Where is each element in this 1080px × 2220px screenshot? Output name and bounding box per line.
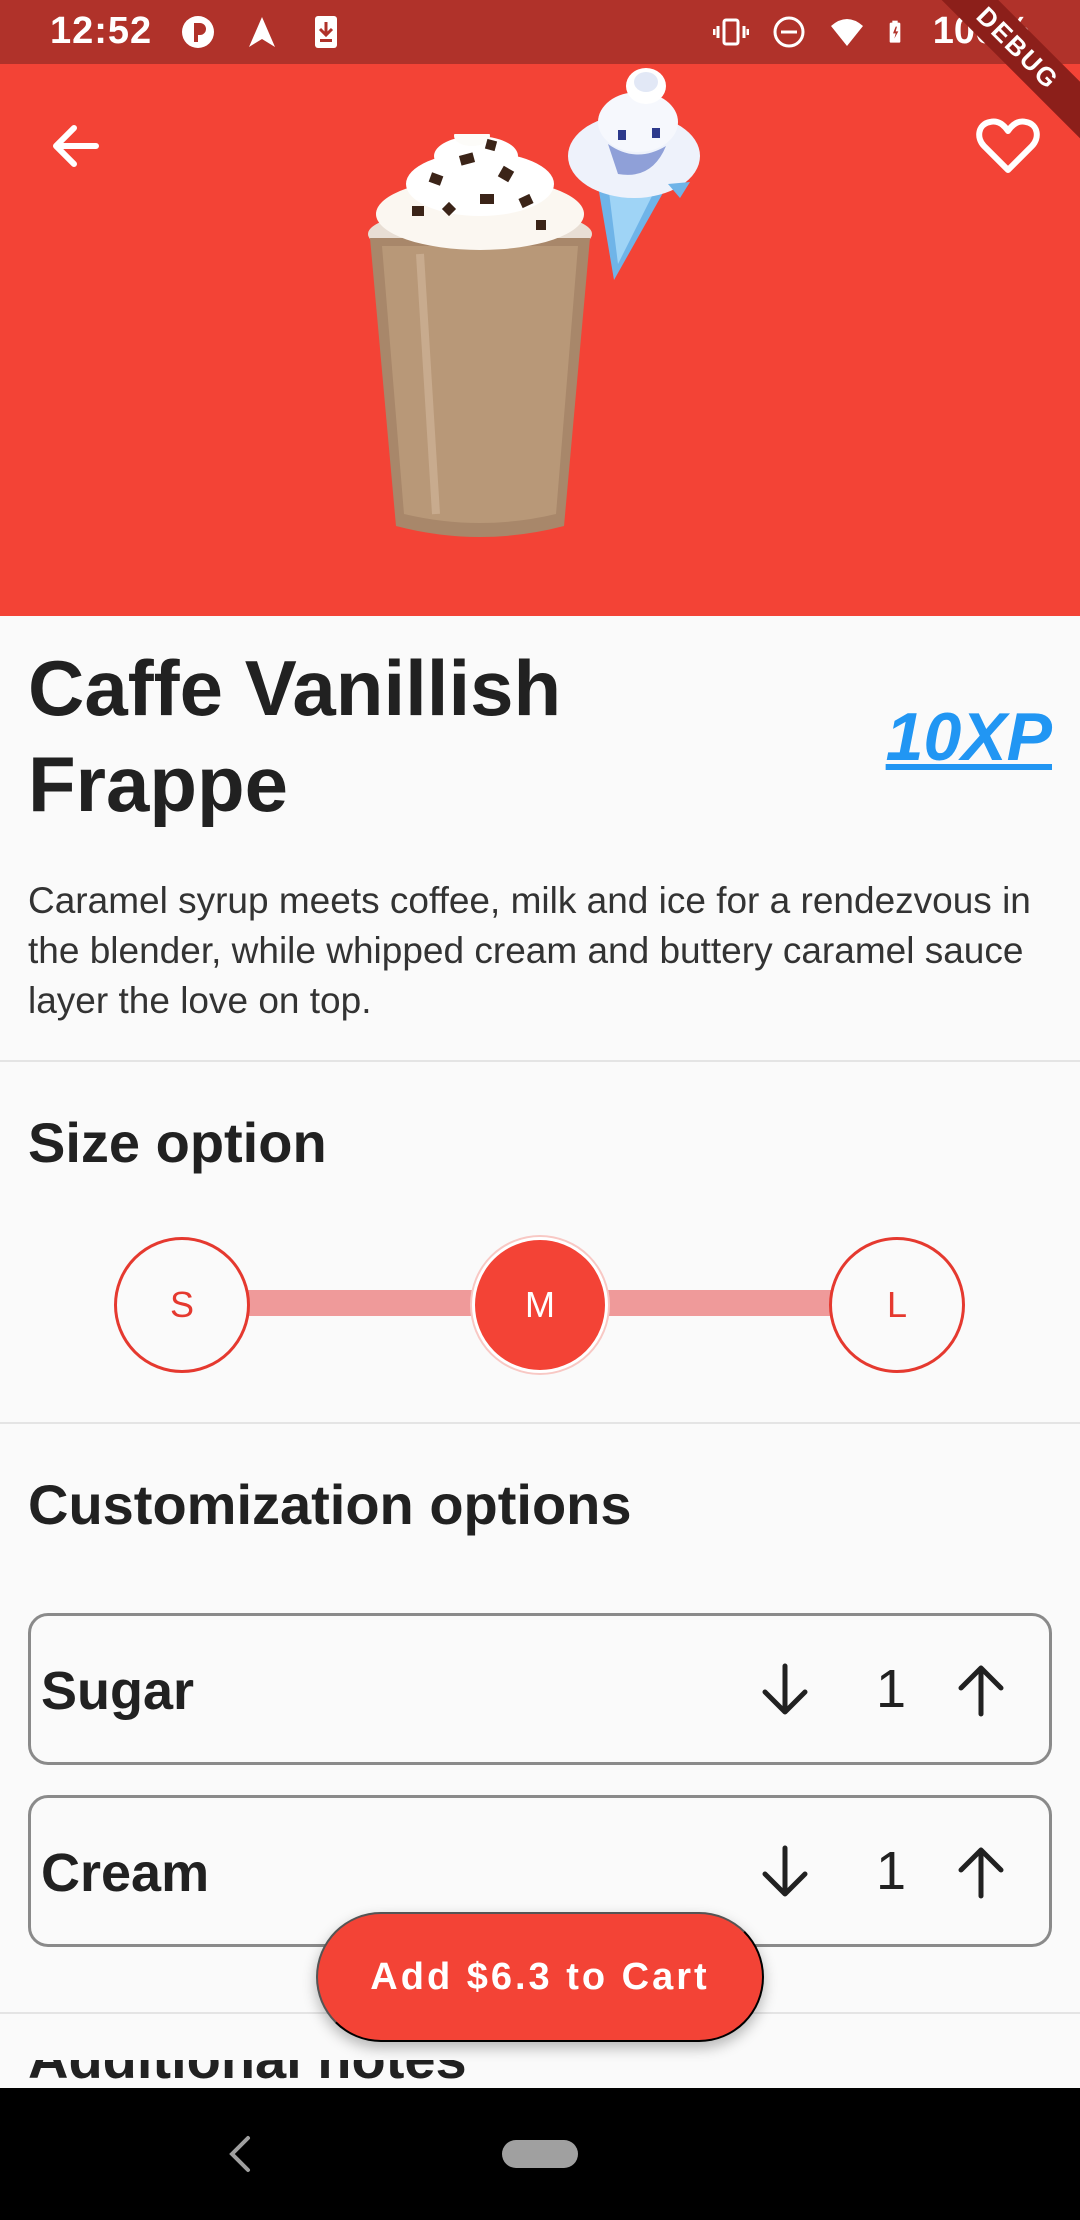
divider xyxy=(0,1060,1080,1062)
download-icon xyxy=(315,16,337,48)
size-track xyxy=(248,1290,472,1316)
quantity-value: 1 xyxy=(875,1659,907,1719)
wifi-icon xyxy=(830,18,863,46)
system-nav-bar xyxy=(0,2088,1080,2220)
quantity-value: 1 xyxy=(875,1841,907,1901)
navigation-icon xyxy=(249,17,275,47)
customization-item-sugar: Sugar 1 xyxy=(28,1613,1052,1765)
vibrate-icon xyxy=(712,18,749,45)
status-time: 12:52 xyxy=(50,10,153,52)
customization-label: Cream xyxy=(41,1843,210,1903)
nav-home-pill[interactable] xyxy=(502,2140,578,2168)
arrow-up-icon[interactable] xyxy=(951,1660,1011,1720)
additional-notes-label: Additional notes xyxy=(28,2060,467,2087)
size-option-m[interactable]: M xyxy=(472,1237,608,1373)
arrow-left-icon[interactable] xyxy=(44,114,108,178)
badge-icon xyxy=(182,16,214,48)
arrow-down-icon[interactable] xyxy=(755,1660,815,1720)
xp-link[interactable]: 10XP xyxy=(886,698,1052,776)
additional-notes-title: Additional notes xyxy=(28,2060,467,2087)
hero-banner xyxy=(0,64,1080,616)
add-to-cart-button[interactable]: Add $6.3 to Cart xyxy=(316,1912,764,2042)
size-track xyxy=(608,1290,832,1316)
divider xyxy=(0,1422,1080,1424)
heart-outline-icon[interactable] xyxy=(974,112,1042,180)
ice-cream-mascot-image xyxy=(568,68,700,280)
battery-charging-icon xyxy=(889,20,901,43)
product-description: Caramel syrup meets coffee, milk and ice… xyxy=(28,880,1031,1021)
size-option-s[interactable]: S xyxy=(114,1237,250,1373)
size-section-title: Size option xyxy=(28,1111,327,1174)
status-bar: 12:52 100% xyxy=(0,0,1080,64)
arrow-up-icon[interactable] xyxy=(951,1842,1011,1902)
size-option-l[interactable]: L xyxy=(829,1237,965,1373)
product-header: Caffe Vanillish Frappe 10XP xyxy=(28,640,1052,832)
customization-section-title: Customization options xyxy=(28,1473,632,1536)
product-title: Caffe Vanillish Frappe xyxy=(28,644,562,828)
status-left-icons xyxy=(180,14,344,50)
dnd-icon xyxy=(773,16,805,47)
nav-back-icon[interactable] xyxy=(220,2132,260,2176)
customization-label: Sugar xyxy=(41,1661,195,1721)
arrow-down-icon[interactable] xyxy=(755,1842,815,1902)
